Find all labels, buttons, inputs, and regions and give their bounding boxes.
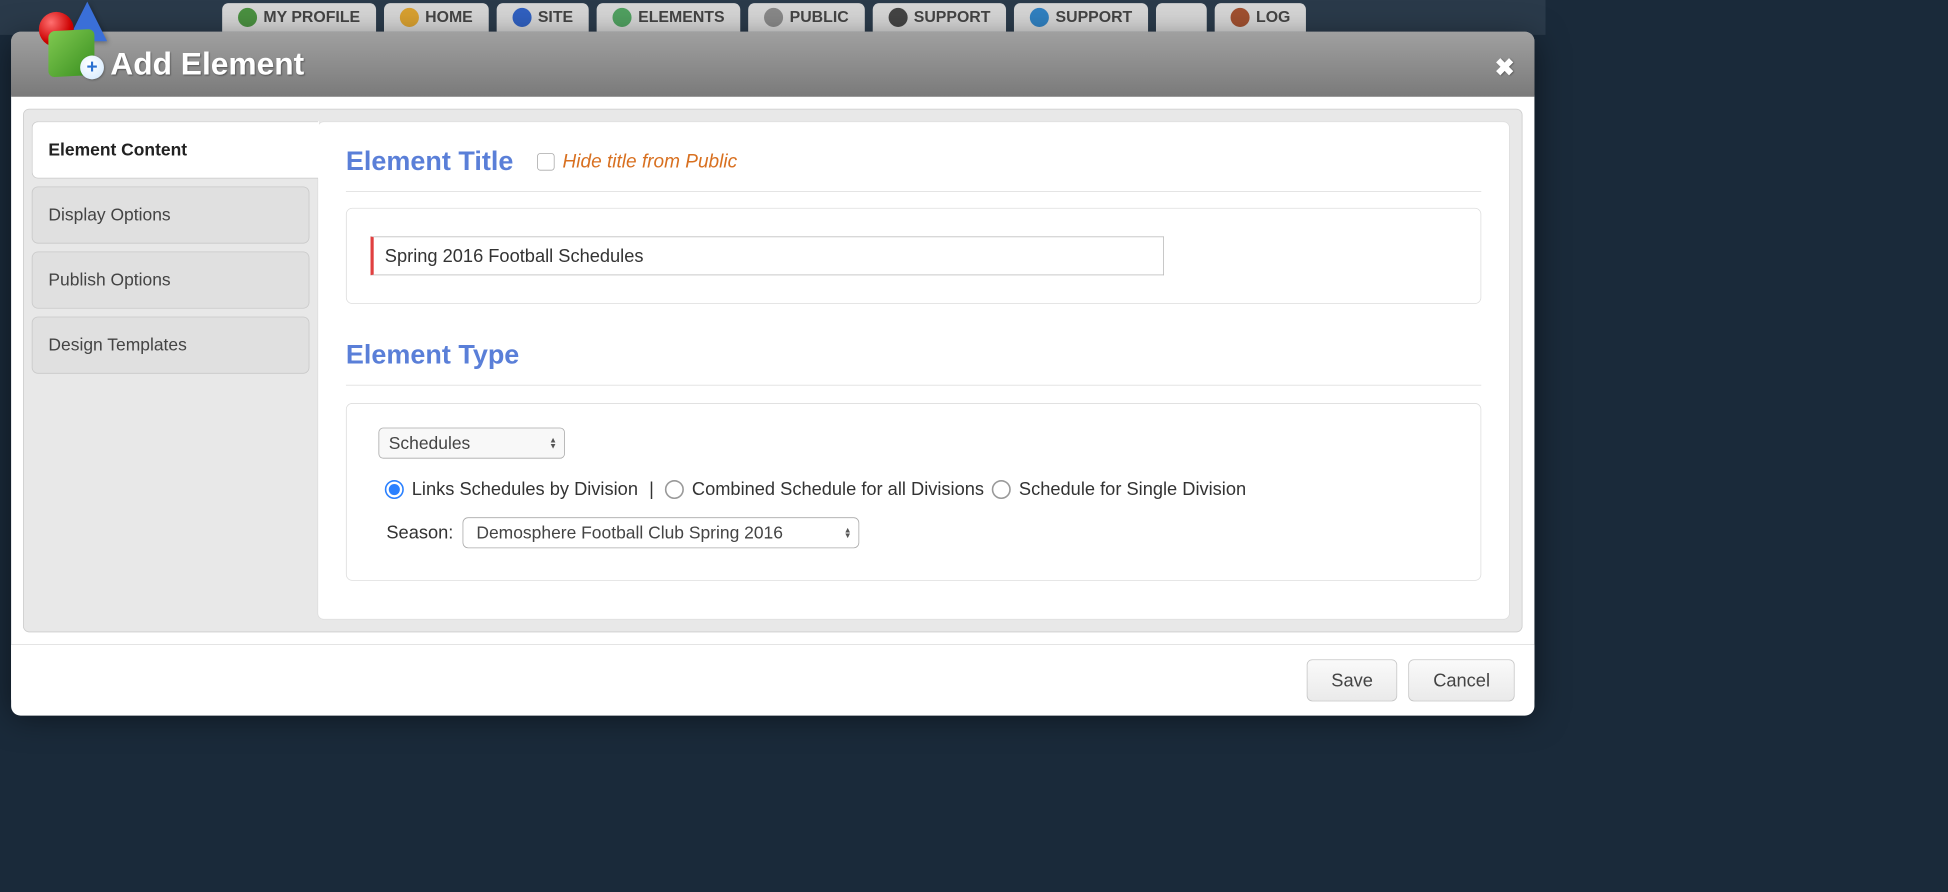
- element-title-heading: Element Title: [346, 146, 513, 177]
- modal-title: Add Element: [110, 46, 304, 82]
- modal-footer: Save Cancel: [11, 644, 1534, 715]
- element-type-heading: Element Type: [346, 340, 1481, 386]
- element-type-box: Schedules ▲▼ Links Schedules by Division…: [346, 403, 1481, 581]
- sidebar-tab-publish-options[interactable]: Publish Options: [32, 252, 310, 309]
- hide-title-label: Hide title from Public: [563, 150, 738, 172]
- radio-label-combined-schedule: Combined Schedule for all Divisions: [692, 478, 984, 499]
- radio-links-by-division[interactable]: [385, 480, 404, 499]
- save-button[interactable]: Save: [1307, 659, 1398, 701]
- sidebar: Element Content Display Options Publish …: [24, 109, 318, 631]
- add-element-icon: +: [39, 8, 110, 79]
- main-content: Element Title Hide title from Public Ele…: [317, 121, 1509, 619]
- sidebar-tab-design-templates[interactable]: Design Templates: [32, 317, 310, 374]
- element-title-input[interactable]: [371, 236, 1164, 275]
- modal-header: + Add Element ✖: [11, 32, 1534, 97]
- element-type-select[interactable]: Schedules: [378, 428, 564, 459]
- hide-title-checkbox[interactable]: [537, 153, 554, 170]
- radio-label-links-by-division: Links Schedules by Division: [412, 478, 638, 499]
- modal-body: Element Content Display Options Publish …: [23, 109, 1523, 633]
- radio-combined-schedule[interactable]: [665, 480, 684, 499]
- season-label: Season:: [386, 522, 453, 543]
- season-select[interactable]: Demosphere Football Club Spring 2016: [463, 517, 860, 548]
- radio-single-division[interactable]: [992, 480, 1011, 499]
- sidebar-tab-element-content[interactable]: Element Content: [32, 121, 318, 178]
- title-input-box: [346, 208, 1481, 304]
- close-icon[interactable]: ✖: [1495, 54, 1515, 82]
- cancel-button[interactable]: Cancel: [1409, 659, 1515, 701]
- radio-label-single-division: Schedule for Single Division: [1019, 478, 1246, 499]
- sidebar-tab-display-options[interactable]: Display Options: [32, 186, 310, 243]
- add-element-modal: + Add Element ✖ Element Content Display …: [11, 32, 1534, 708]
- radio-separator: |: [649, 478, 654, 499]
